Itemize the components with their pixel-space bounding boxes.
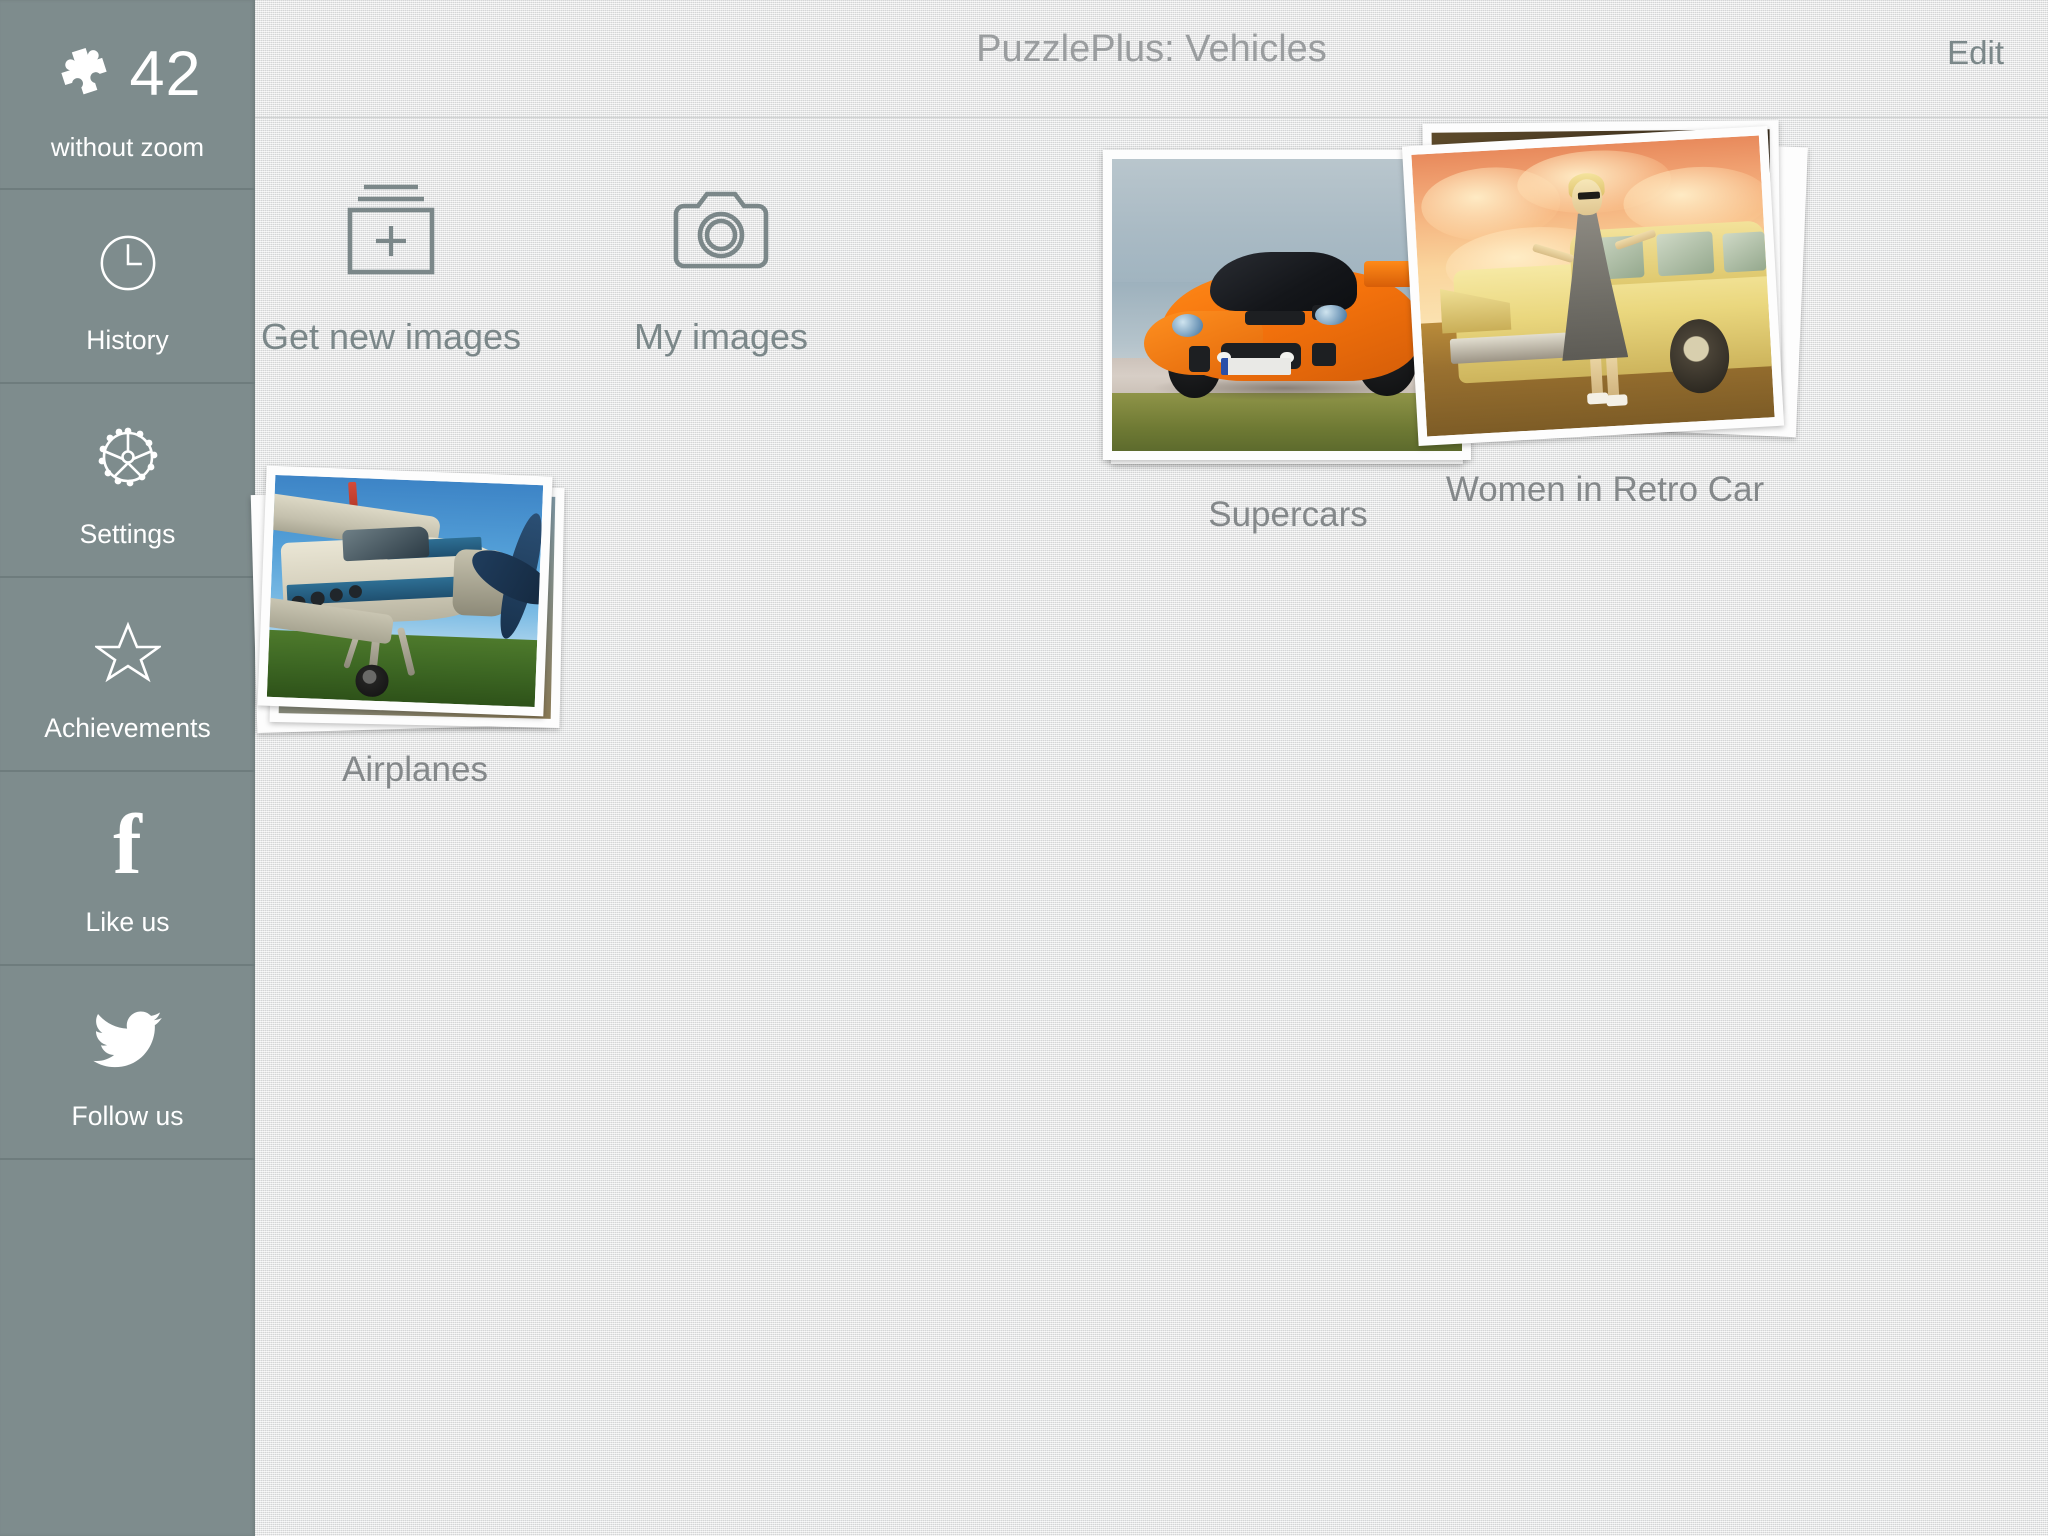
sidebar-item-label: Settings — [79, 518, 176, 549]
get-new-images-button[interactable]: Get new images — [241, 172, 541, 358]
star-icon — [94, 605, 161, 697]
album-card-front — [1401, 126, 1785, 446]
sidebar-header: 42 without zoom — [0, 0, 255, 190]
puzzle-piece-icon — [53, 43, 111, 106]
piece-count: 42 — [129, 39, 202, 109]
sidebar-item-label: Achievements — [44, 712, 211, 743]
my-images-label: My images — [633, 316, 809, 357]
camera-icon — [571, 172, 871, 282]
sidebar-filler — [0, 1160, 255, 1536]
sidebar-item-label: Like us — [85, 906, 170, 937]
sidebar-item-label: History — [86, 324, 169, 355]
album-retro-car[interactable]: Women in Retro Car — [1401, 118, 1808, 509]
app-root: 42 without zoom History Settings Achieve… — [0, 0, 2048, 1536]
add-images-icon — [241, 172, 541, 282]
album-caption: Women in Retro Car — [1445, 470, 1765, 509]
album-airplanes[interactable]: Airplanes — [250, 455, 580, 789]
airplane-photo — [266, 474, 544, 708]
sidebar-item-like-us[interactable]: f Like us — [0, 772, 255, 966]
album-caption: Airplanes — [342, 750, 488, 789]
main-content: PuzzlePlus: Vehicles Edit Get new images — [250, 0, 2048, 1536]
my-images-button[interactable]: My images — [571, 172, 871, 358]
sidebar-item-follow-us[interactable]: Follow us — [0, 966, 255, 1160]
retro-car-photo — [1411, 135, 1775, 437]
clock-icon — [97, 217, 159, 309]
page-title: PuzzlePlus: Vehicles — [976, 28, 1327, 70]
top-bar: PuzzlePlus: Vehicles Edit — [255, 0, 2048, 118]
edit-button[interactable]: Edit — [1933, 30, 2018, 76]
get-new-images-label: Get new images — [260, 316, 522, 357]
gear-icon — [96, 411, 160, 503]
sidebar-item-achievements[interactable]: Achievements — [0, 578, 255, 772]
facebook-f-glyph: f — [113, 796, 142, 893]
sidebar-item-settings[interactable]: Settings — [0, 384, 255, 578]
album-card-front — [257, 465, 553, 717]
twitter-bird-icon — [92, 993, 163, 1085]
sidebar-item-history[interactable]: History — [0, 190, 255, 384]
facebook-icon: f — [113, 799, 142, 891]
zoom-mode-label: without zoom — [50, 131, 205, 162]
sidebar-item-label: Follow us — [71, 1100, 184, 1131]
sidebar: 42 without zoom History Settings Achieve… — [0, 0, 255, 1536]
